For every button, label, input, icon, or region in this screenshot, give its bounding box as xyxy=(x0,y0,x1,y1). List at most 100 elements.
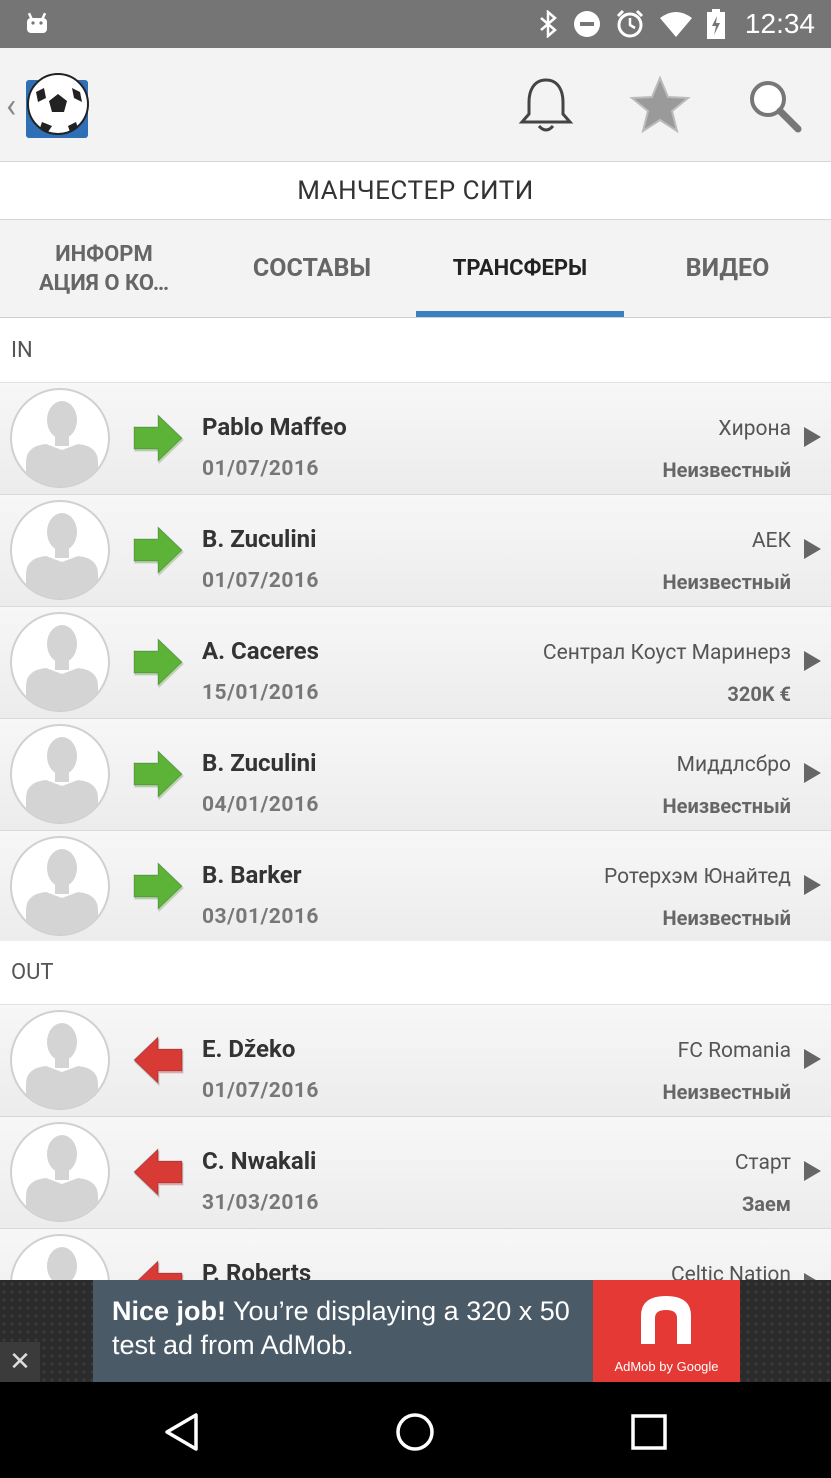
battery-icon xyxy=(706,9,725,39)
clock: 12:34 xyxy=(744,8,815,39)
transfer-in-arrow-icon xyxy=(133,637,185,689)
player-name: B. Zuculini xyxy=(202,525,317,553)
chevron-right-icon xyxy=(804,427,821,447)
player-avatar-icon xyxy=(26,737,98,822)
transfer-row[interactable]: Pablo Maffeo 01/07/2016 Хирона Неизвестный xyxy=(0,383,831,495)
player-avatar xyxy=(10,1010,110,1110)
transfer-out-arrow-icon xyxy=(133,1147,184,1199)
club-name: Старт xyxy=(734,1151,791,1175)
player-name: E. Džeko xyxy=(202,1035,296,1063)
section-header-out: OUT xyxy=(0,941,831,1005)
player-avatar xyxy=(10,612,110,712)
player-avatar-icon xyxy=(26,625,98,710)
tab-info[interactable]: ИНФОРМ АЦИЯ О КО… xyxy=(0,220,208,317)
transfer-in-arrow-icon xyxy=(133,413,185,465)
star-icon xyxy=(629,75,691,134)
chevron-right-icon xyxy=(804,875,821,895)
tab-squads[interactable]: СОСТАВЫ xyxy=(208,220,416,317)
app-bar: ‹ xyxy=(0,48,831,162)
transfer-date: 04/01/2016 xyxy=(202,793,319,817)
club-name: Ротерхэм Юнайтед xyxy=(604,865,791,889)
player-name: B. Barker xyxy=(202,861,302,889)
chevron-right-icon xyxy=(804,539,821,559)
transfer-date: 01/07/2016 xyxy=(202,457,319,481)
transfer-row[interactable]: B. Zuculini 01/07/2016 АЕК Неизвестный xyxy=(0,495,831,607)
search-button[interactable] xyxy=(741,72,807,138)
transfer-fee: Неизвестный xyxy=(662,794,791,818)
nav-home-button[interactable] xyxy=(387,1404,443,1460)
transfer-direction xyxy=(130,411,186,465)
player-name: B. Zuculini xyxy=(202,749,317,777)
ad-text[interactable]: Nice job! You’re displaying a 320 x 50 t… xyxy=(93,1280,593,1382)
transfer-direction xyxy=(130,523,186,577)
transfer-row[interactable]: C. Nwakali 31/03/2016 Старт Заем xyxy=(0,1117,831,1229)
nav-back-button[interactable] xyxy=(154,1404,210,1460)
transfer-out-arrow-icon xyxy=(133,1035,184,1087)
chevron-right-icon xyxy=(804,651,821,671)
player-name: A. Caceres xyxy=(202,637,319,665)
transfer-fee: Заем xyxy=(741,1192,791,1216)
club-name: Миддлсбро xyxy=(676,753,791,777)
transfer-fee: Неизвестный xyxy=(662,458,791,482)
ad-headline: Nice job! xyxy=(112,1296,227,1326)
chevron-right-icon xyxy=(804,1049,821,1069)
player-avatar-icon xyxy=(26,513,98,598)
tab-bar: ИНФОРМ АЦИЯ О КО… СОСТАВЫ ТРАНСФЕРЫ ВИДЕО xyxy=(0,220,831,318)
player-avatar-icon xyxy=(26,1135,98,1220)
bluetooth-icon xyxy=(540,10,557,38)
navigation-bar xyxy=(0,1382,831,1478)
player-avatar xyxy=(10,500,110,600)
player-avatar xyxy=(10,724,110,824)
bell-icon xyxy=(518,78,574,132)
recents-square-icon xyxy=(631,1414,667,1450)
player-avatar xyxy=(10,836,110,936)
player-avatar-icon xyxy=(26,1023,98,1108)
transfer-date: 01/07/2016 xyxy=(202,1079,319,1103)
status-bar: 12:34 xyxy=(0,0,831,48)
club-name: АЕК xyxy=(751,529,791,553)
transfer-row[interactable]: B. Zuculini 04/01/2016 Миддлсбро Неизвестны… xyxy=(0,719,831,831)
ad-close-button[interactable]: ✕ xyxy=(0,1342,40,1382)
transfer-date: 31/03/2016 xyxy=(202,1191,319,1215)
transfer-in-arrow-icon xyxy=(133,525,185,577)
admob-logo[interactable]: AdMob by Google xyxy=(593,1280,740,1382)
notifications-button[interactable] xyxy=(513,72,579,138)
admob-icon xyxy=(641,1296,691,1344)
android-icon xyxy=(27,12,47,33)
transfer-date: 03/01/2016 xyxy=(202,905,319,929)
transfer-date: 15/01/2016 xyxy=(202,681,319,705)
transfer-fee: Неизвестный xyxy=(662,570,791,594)
favorite-button[interactable] xyxy=(627,72,693,138)
ad-banner[interactable]: ✕ Nice job! You’re displaying a 320 x 50… xyxy=(0,1280,831,1382)
player-name: C. Nwakali xyxy=(202,1147,317,1175)
player-name: Pablo Maffeo xyxy=(202,413,347,441)
player-avatar-icon xyxy=(26,401,98,486)
transfer-fee: 320K € xyxy=(727,682,791,706)
transfer-row[interactable]: B. Barker 03/01/2016 Ротерхэм Юнайтед Неизв… xyxy=(0,831,831,943)
transfer-direction xyxy=(130,1033,186,1087)
transfer-date: 01/07/2016 xyxy=(202,569,319,593)
player-avatar xyxy=(10,388,110,488)
transfer-in-arrow-icon xyxy=(133,861,185,913)
tab-transfers[interactable]: ТРАНСФЕРЫ xyxy=(416,220,624,317)
do-not-disturb-icon xyxy=(573,11,600,37)
chevron-right-icon xyxy=(804,763,821,783)
app-logo[interactable] xyxy=(22,70,92,140)
alarm-icon xyxy=(616,9,643,38)
back-triangle-icon xyxy=(165,1413,198,1451)
club-name: Сентрал Коуст Маринерз xyxy=(542,641,791,665)
tab-info-label-line2: АЦИЯ О КО… xyxy=(38,270,170,296)
nav-recents-button[interactable] xyxy=(621,1404,677,1460)
search-icon xyxy=(750,81,802,133)
back-icon[interactable]: ‹ xyxy=(6,86,16,126)
club-name: FC Romania xyxy=(677,1039,791,1063)
transfer-fee: Неизвестный xyxy=(662,1080,791,1104)
chevron-right-icon xyxy=(804,1161,821,1181)
wifi-icon xyxy=(659,12,692,37)
team-title: МАНЧЕСТЕР СИТИ xyxy=(0,162,831,220)
home-circle-icon xyxy=(396,1413,434,1451)
transfer-row[interactable]: E. Džeko 01/07/2016 FC Romania Неизвестный xyxy=(0,1005,831,1117)
tab-info-label-line1: ИНФОРМ xyxy=(55,241,153,267)
tab-video[interactable]: ВИДЕО xyxy=(624,220,831,317)
transfer-row[interactable]: A. Caceres 15/01/2016 Сентрал Коуст Марине… xyxy=(0,607,831,719)
